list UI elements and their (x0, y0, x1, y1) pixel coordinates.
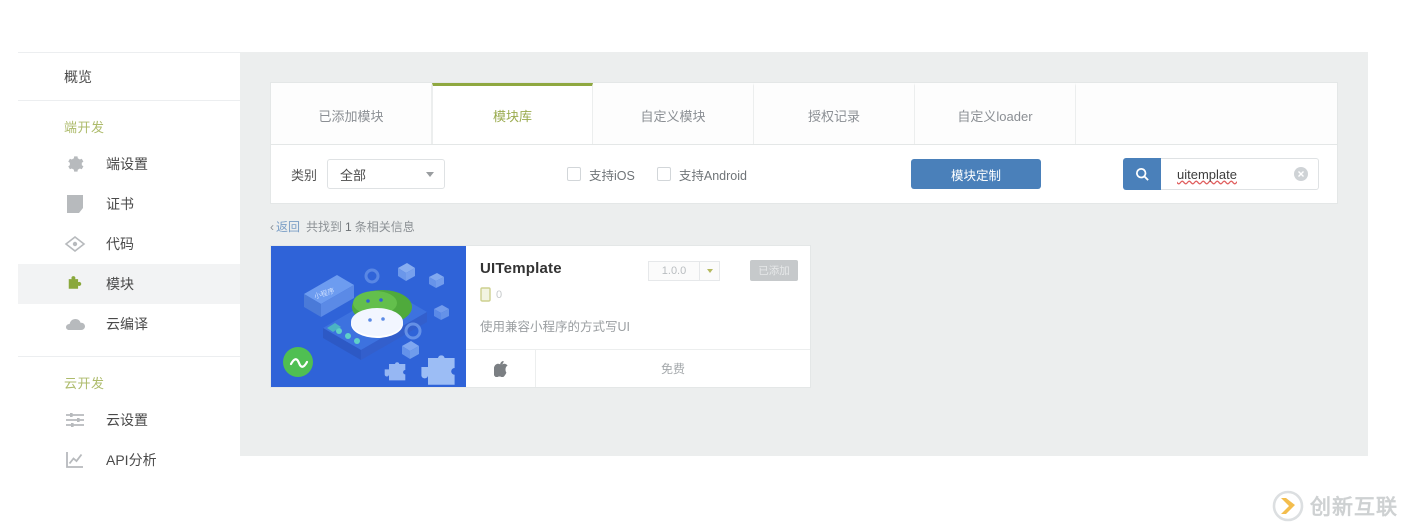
checkbox-label: 支持iOS (589, 168, 635, 183)
module-price: 免费 (660, 362, 685, 376)
sidebar-item-device-settings[interactable]: 端设置 (18, 144, 240, 184)
mobile-icon (480, 287, 491, 302)
module-card-body: UITemplate 1.0.0 已添加 0 使用兼容小程序的方式写UI 免费 (466, 246, 810, 387)
certificate-icon (64, 193, 86, 215)
tab-label: 已添加模块 (318, 108, 384, 124)
chevron-left-icon: ‹ (270, 219, 274, 234)
module-description: 使用兼容小程序的方式写UI (480, 320, 631, 334)
watermark-logo-icon (1272, 490, 1304, 522)
sidebar-item-cloud-build[interactable]: 云编译 (18, 304, 240, 344)
apple-icon (493, 360, 508, 377)
sidebar-item-label: 模块 (106, 276, 134, 292)
module-customization-button[interactable]: 模块定制 (911, 159, 1041, 189)
main-content: 已添加模块 模块库 自定义模块 授权记录 自定义loader 类别 全部 支持i… (240, 52, 1368, 456)
search-box: uitemplate (1123, 158, 1319, 190)
sidebar-item-overview[interactable]: 概览 (18, 53, 240, 101)
tab-label: 自定义模块 (640, 108, 706, 124)
version-select[interactable]: 1.0.0 (648, 261, 720, 281)
chart-icon (64, 449, 86, 471)
sidebar-section-title-device: 端开发 (64, 120, 105, 135)
module-panel: 已添加模块 模块库 自定义模块 授权记录 自定义loader 类别 全部 支持i… (270, 82, 1338, 204)
sidebar-item-label: API分析 (106, 452, 157, 468)
module-title: UITemplate (480, 260, 562, 277)
result-info-bar: ‹ 返回 共找到 1 条相关信息 (270, 218, 1338, 235)
sidebar-item-api-analysis[interactable]: API分析 (18, 440, 240, 480)
checkbox-label: 支持Android (678, 168, 747, 183)
search-icon (1135, 167, 1149, 181)
tab-custom-modules[interactable]: 自定义模块 (593, 83, 754, 144)
tab-custom-loader[interactable]: 自定义loader (915, 83, 1076, 144)
tab-bar-filler (1076, 83, 1337, 144)
sliders-icon (64, 409, 86, 431)
sidebar-item-code[interactable]: 代码 (18, 224, 240, 264)
sidebar-item-cloud-settings[interactable]: 云设置 (18, 400, 240, 440)
sidebar-item-label: 云设置 (106, 412, 148, 428)
category-select-value: 全部 (340, 167, 367, 183)
device-count: 0 (496, 288, 503, 301)
device-support-row: 0 (480, 287, 796, 302)
checkbox-box[interactable] (567, 167, 582, 181)
puzzle-icon (64, 273, 86, 295)
sidebar-item-modules[interactable]: 模块 (18, 264, 240, 304)
page-root: 概览 端开发 端设置 证书 代码 模块 云编译 云开发 云设置 API分析 已添… (0, 0, 1412, 528)
version-chevron-down-icon[interactable] (700, 261, 720, 281)
checkbox-box[interactable] (656, 167, 671, 181)
search-button[interactable] (1123, 158, 1161, 190)
module-card[interactable]: 小程序 UITemplate 1.0.0 已添加 0 使用兼容小程序的方式写UI… (270, 245, 811, 388)
sidebar-item-label: 端设置 (106, 156, 148, 172)
clear-circle-icon[interactable] (1294, 167, 1308, 181)
platform-checkbox-group: 支持iOS 支持Android (567, 165, 769, 184)
module-card-top: UITemplate 1.0.0 已添加 0 使用兼容小程序的方式写UI (466, 246, 810, 349)
sidebar-section-title-cloud: 云开发 (64, 376, 105, 391)
category-select[interactable]: 全部 (327, 159, 446, 189)
sidebar-item-certificate[interactable]: 证书 (18, 184, 240, 224)
category-label: 类别 (291, 167, 318, 183)
sidebar-item-label: 概览 (64, 69, 92, 85)
sidebar-item-label: 云编译 (106, 316, 148, 332)
search-input[interactable]: uitemplate (1161, 158, 1319, 190)
checkbox-support-ios[interactable]: 支持iOS (567, 165, 635, 184)
search-input-value: uitemplate (1177, 166, 1237, 182)
sidebar-item-label: 代码 (106, 236, 134, 252)
result-count: 1 (345, 219, 352, 234)
tab-label: 授权记录 (807, 108, 860, 124)
sidebar-item-label: 证书 (106, 196, 134, 212)
module-thumbnail: 小程序 (271, 246, 466, 387)
watermark: 创新互联 (1272, 490, 1398, 522)
added-button[interactable]: 已添加 (750, 260, 798, 281)
tab-added-modules[interactable]: 已添加模块 (271, 83, 432, 144)
tab-label: 模块库 (492, 108, 532, 124)
filter-bar: 类别 全部 支持iOS 支持Android 模块定制 uitemplate (271, 145, 1337, 203)
checkbox-support-android[interactable]: 支持Android (656, 165, 747, 184)
back-link[interactable]: 返回 (276, 218, 300, 235)
code-icon (64, 233, 86, 255)
tab-auth-records[interactable]: 授权记录 (754, 83, 915, 144)
result-prefix: 共找到 (306, 220, 343, 234)
module-card-footer: 免费 (466, 349, 810, 387)
module-thumbnail-illustration: 小程序 (271, 246, 466, 387)
version-value: 1.0.0 (648, 261, 700, 281)
sidebar: 概览 端开发 端设置 证书 代码 模块 云编译 云开发 云设置 API分析 (18, 52, 240, 468)
result-suffix: 条相关信息 (354, 220, 415, 234)
chevron-down-icon (426, 172, 435, 177)
cloud-icon (64, 313, 86, 335)
tab-module-library[interactable]: 模块库 (432, 83, 593, 144)
gear-icon (64, 153, 86, 175)
tab-bar: 已添加模块 模块库 自定义模块 授权记录 自定义loader (271, 83, 1337, 145)
platform-cell (466, 350, 536, 387)
watermark-text: 创新互联 (1310, 496, 1398, 519)
tab-label: 自定义loader (957, 108, 1033, 124)
